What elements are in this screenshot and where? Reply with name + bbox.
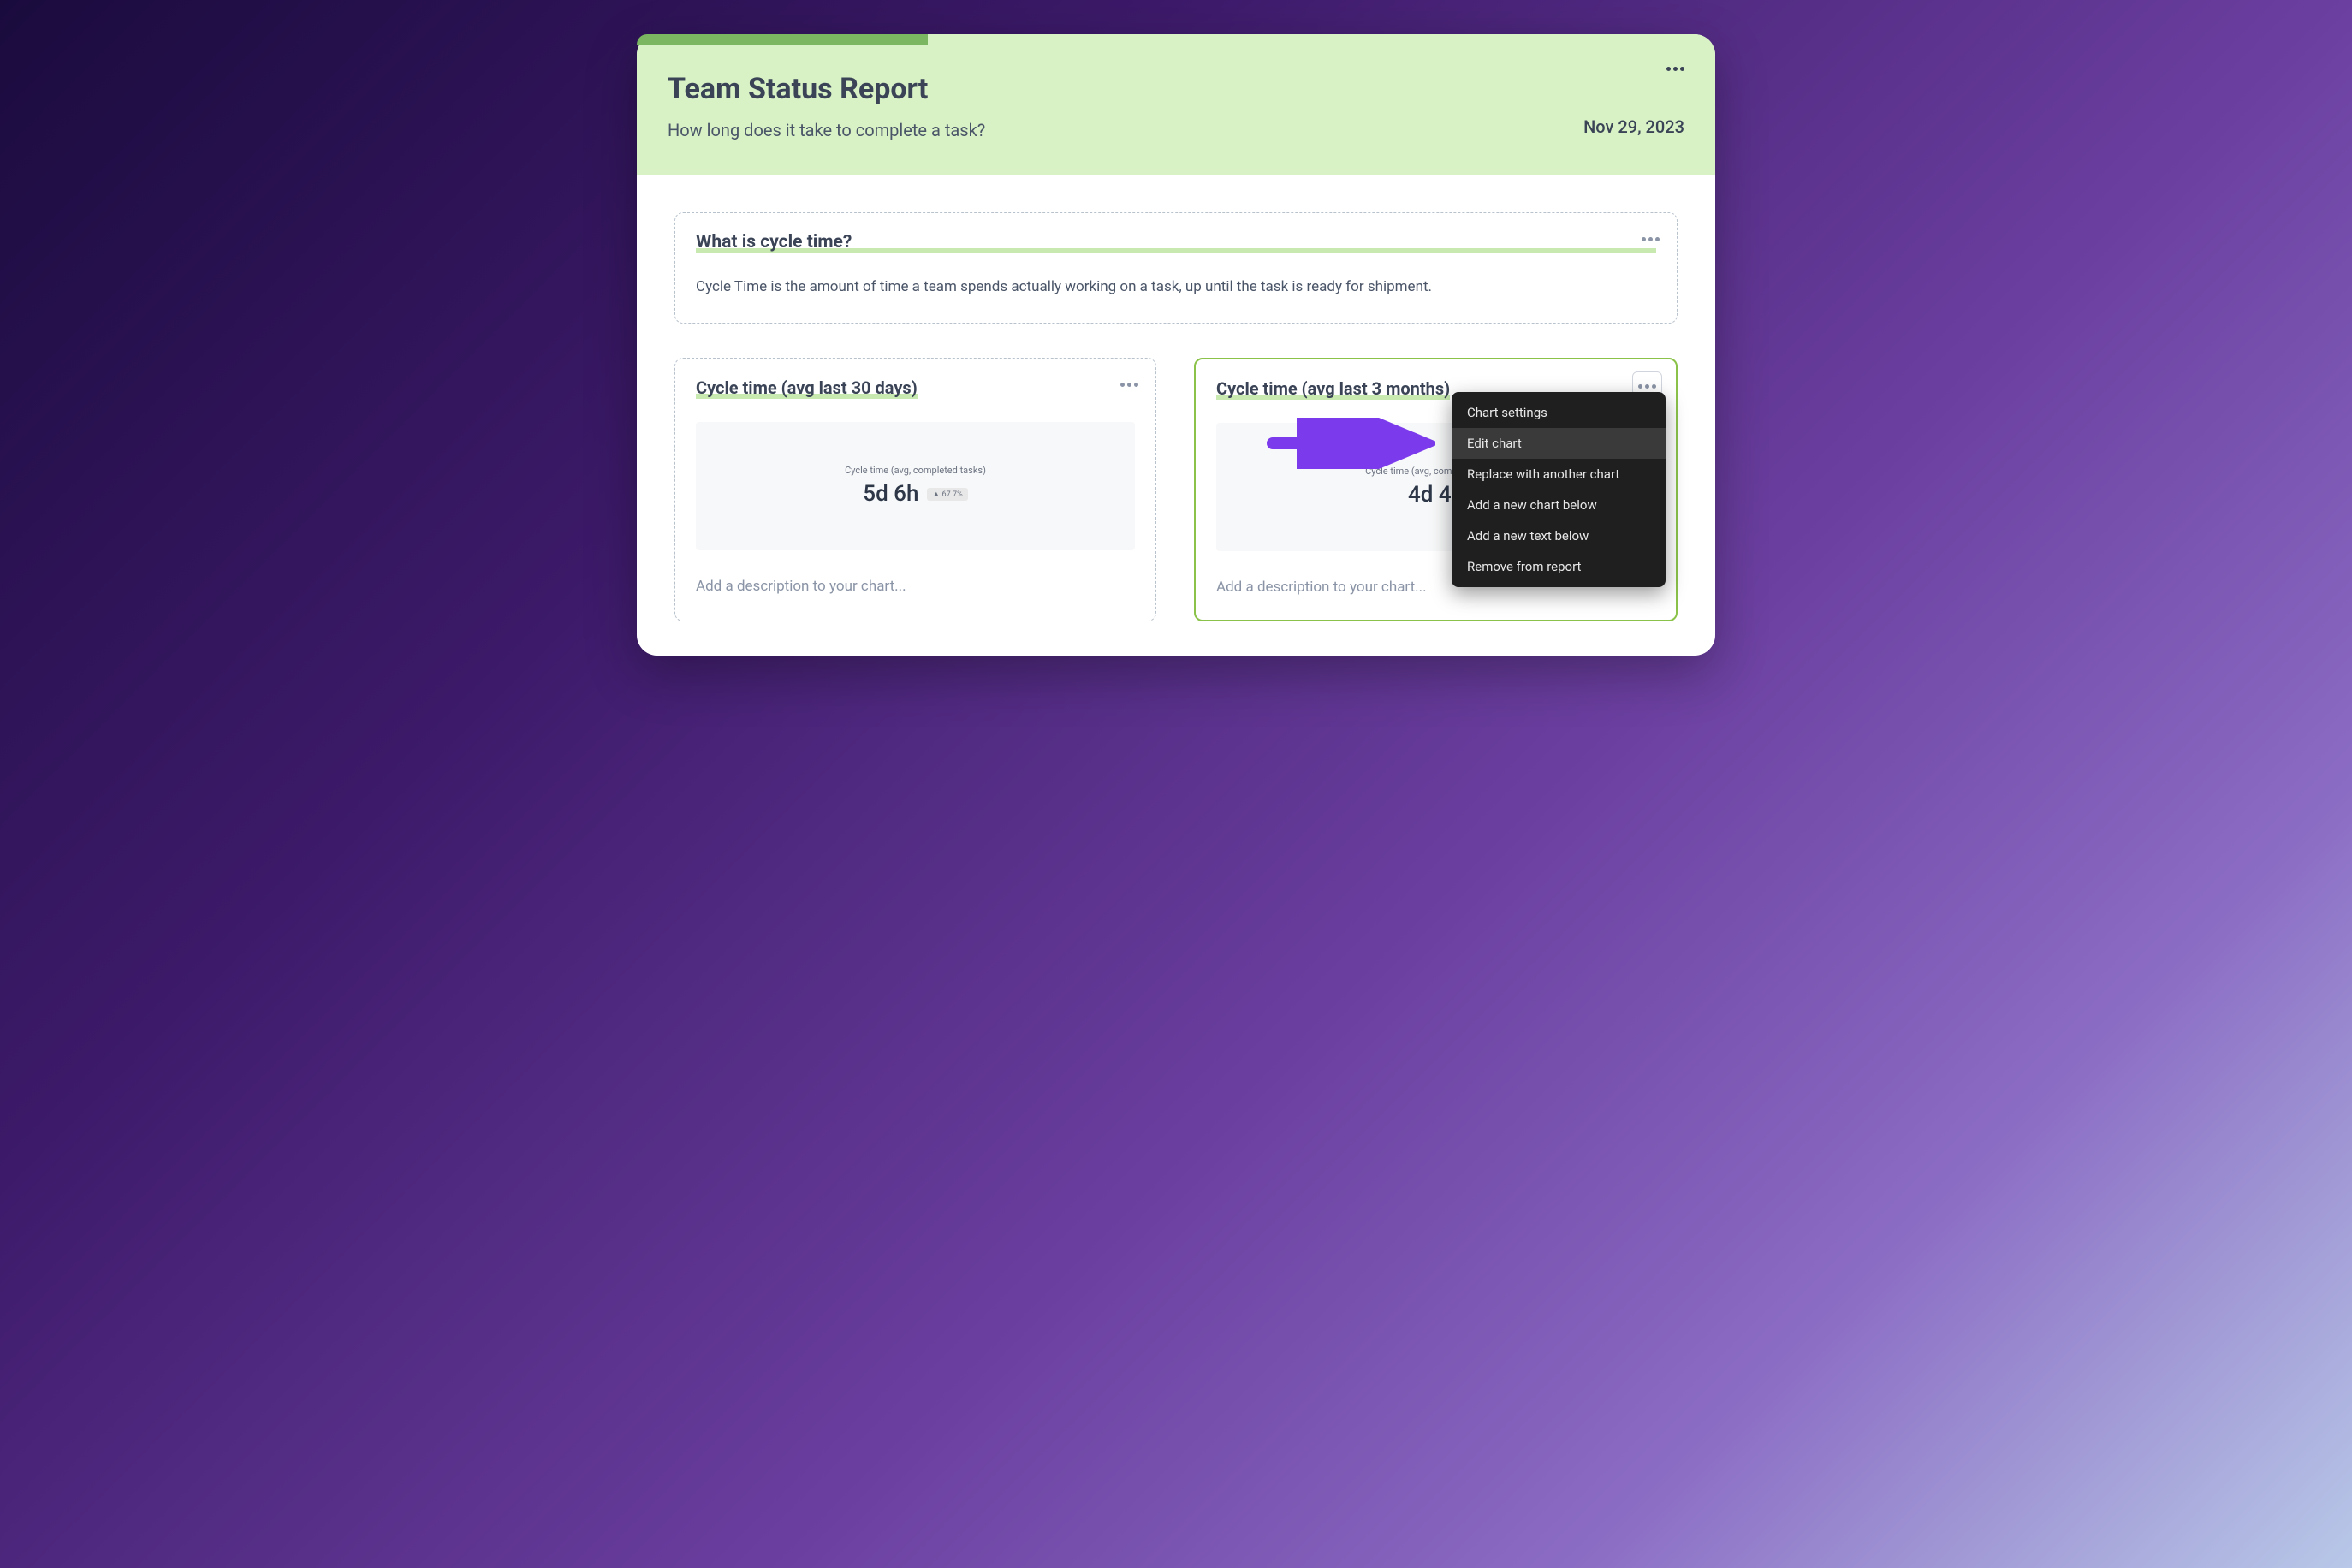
chart-trend-badge: ▲ 67.7% [927,488,967,501]
info-card-body: Cycle Time is the amount of time a team … [696,276,1656,299]
report-title: Team Status Report [668,72,1583,106]
chart-more-button[interactable] [1117,371,1142,394]
report-body: What is cycle time? Cycle Time is the am… [637,175,1715,656]
menu-item-replace-chart[interactable]: Replace with another chart [1452,459,1666,490]
menu-item-edit-chart[interactable]: Edit chart [1452,428,1666,459]
menu-item-add-chart-below[interactable]: Add a new chart below [1452,490,1666,520]
chart-card-30-days: Cycle time (avg last 30 days) Cycle time… [674,358,1156,621]
report-date: Nov 29, 2023 [1583,116,1684,137]
menu-item-remove-from-report[interactable]: Remove from report [1452,551,1666,582]
menu-item-add-text-below[interactable]: Add a new text below [1452,520,1666,551]
info-card: What is cycle time? Cycle Time is the am… [674,212,1678,324]
menu-item-chart-settings[interactable]: Chart settings [1452,397,1666,428]
info-card-title: What is cycle time? [696,232,852,252]
report-card: Team Status Report How long does it take… [637,34,1715,656]
chart-description-input[interactable]: Add a description to your chart... [696,578,1135,595]
report-more-button[interactable] [1666,58,1684,74]
chart-value: 5d 6h [863,481,918,507]
more-icon [1120,383,1138,387]
more-icon [1666,67,1684,71]
header-accent-bar [637,34,928,45]
chart-title: Cycle time (avg last 3 months) [1216,378,1450,399]
chart-card-3-months: Chart settings Edit chart Replace with a… [1194,358,1678,621]
report-subtitle: How long does it take to complete a task… [668,120,1583,140]
chart-visualization: Cycle time (avg, completed tasks) 5d 6h … [696,422,1135,550]
chart-title: Cycle time (avg last 30 days) [696,377,918,398]
chart-context-menu: Chart settings Edit chart Replace with a… [1452,392,1666,587]
report-header: Team Status Report How long does it take… [637,34,1715,175]
more-icon [1638,384,1656,389]
charts-row: Cycle time (avg last 30 days) Cycle time… [674,358,1678,621]
chart-viz-label: Cycle time (avg, completed tasks) [845,465,986,476]
